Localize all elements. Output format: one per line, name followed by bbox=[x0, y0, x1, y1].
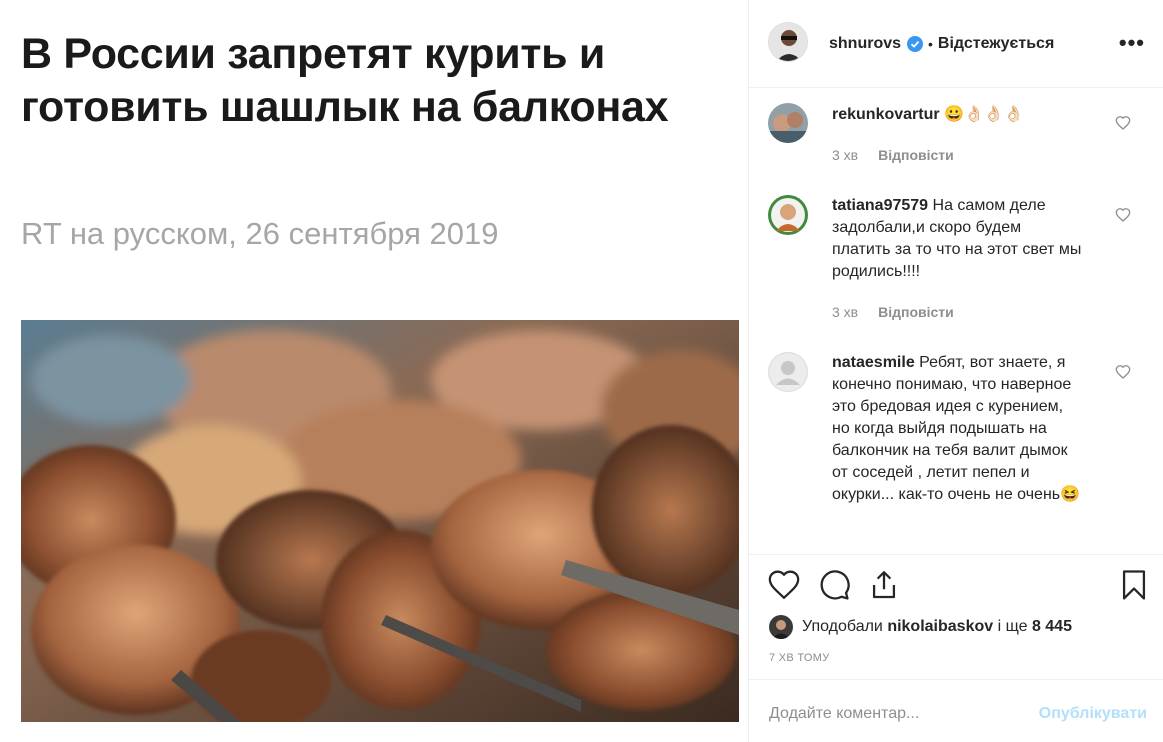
shashlik-photo bbox=[21, 320, 739, 722]
article-headline: В России запретят курить и готовить шашл… bbox=[21, 30, 669, 131]
actions-divider bbox=[749, 554, 1163, 555]
reply-button[interactable]: Відповісти bbox=[878, 304, 954, 320]
share-icon[interactable] bbox=[867, 568, 901, 602]
comment-time[interactable]: 3 хв bbox=[832, 304, 858, 320]
comment-text: nataesmile Ребят, вот знаете, я конечно … bbox=[832, 352, 1082, 506]
comment-text: tatiana97579 На самом деле задолбали,и с… bbox=[832, 195, 1082, 283]
commenter-avatar[interactable] bbox=[768, 103, 808, 143]
bookmark-icon[interactable] bbox=[1117, 568, 1151, 602]
comments-list[interactable]: rekunkovartur 😀👌🏻👌🏻👌🏻 3 хв Відповісти ta… bbox=[749, 89, 1163, 554]
author-avatar[interactable] bbox=[768, 22, 808, 62]
commenter-avatar[interactable] bbox=[768, 352, 808, 392]
likes-summary[interactable]: Уподобали nikolaibaskov і ще 8 445 bbox=[769, 614, 1072, 640]
comment-text: rekunkovartur 😀👌🏻👌🏻👌🏻 bbox=[832, 104, 1082, 126]
comment-like-heart-icon[interactable] bbox=[1115, 364, 1131, 380]
comment-icon[interactable] bbox=[817, 568, 851, 602]
comment-username[interactable]: rekunkovartur bbox=[832, 106, 940, 123]
separator-dot: • bbox=[928, 36, 933, 52]
comment-input[interactable] bbox=[769, 705, 1019, 723]
post-timestamp[interactable]: 7 ХВ ТОМУ bbox=[769, 652, 830, 664]
author-username[interactable]: shnurovs bbox=[829, 34, 901, 54]
post-side-panel: shnurovs • Відстежується ••• rekunkovart… bbox=[749, 0, 1163, 742]
post-header: shnurovs • Відстежується ••• bbox=[749, 0, 1163, 88]
likes-count[interactable]: 8 445 bbox=[1032, 618, 1072, 636]
commenter-avatar[interactable] bbox=[768, 195, 808, 235]
heart-icon[interactable] bbox=[767, 568, 801, 602]
liker-avatar bbox=[769, 615, 793, 639]
more-options-icon[interactable]: ••• bbox=[1119, 30, 1145, 56]
comment-like-heart-icon[interactable] bbox=[1115, 115, 1131, 131]
verified-badge-icon bbox=[907, 36, 924, 52]
article-byline: RT на русском, 26 сентября 2019 bbox=[21, 216, 499, 251]
comment-meta: 3 хв Відповісти bbox=[832, 147, 954, 163]
comment-time[interactable]: 3 хв bbox=[832, 147, 858, 163]
likes-middle: і ще bbox=[997, 618, 1028, 635]
add-comment-bar: Опублікувати bbox=[749, 679, 1163, 742]
publish-button[interactable]: Опублікувати bbox=[1039, 705, 1147, 723]
comment-username[interactable]: tatiana97579 bbox=[832, 197, 928, 214]
comment-body: 😀👌🏻👌🏻👌🏻 bbox=[944, 106, 1024, 123]
reply-button[interactable]: Відповісти bbox=[878, 147, 954, 163]
liker-username[interactable]: nikolaibaskov bbox=[887, 618, 993, 636]
likes-prefix: Уподобали bbox=[802, 618, 883, 635]
comment-meta: 3 хв Відповісти bbox=[832, 304, 954, 320]
comment-username[interactable]: nataesmile bbox=[832, 354, 915, 371]
comment-body: Ребят, вот знаете, я конечно понимаю, чт… bbox=[832, 354, 1081, 503]
author-line: shnurovs • Відстежується bbox=[829, 34, 1054, 54]
following-button[interactable]: Відстежується bbox=[938, 34, 1054, 54]
comment-like-heart-icon[interactable] bbox=[1115, 207, 1131, 223]
post-media[interactable]: В России запретят курить и готовить шашл… bbox=[0, 0, 748, 742]
